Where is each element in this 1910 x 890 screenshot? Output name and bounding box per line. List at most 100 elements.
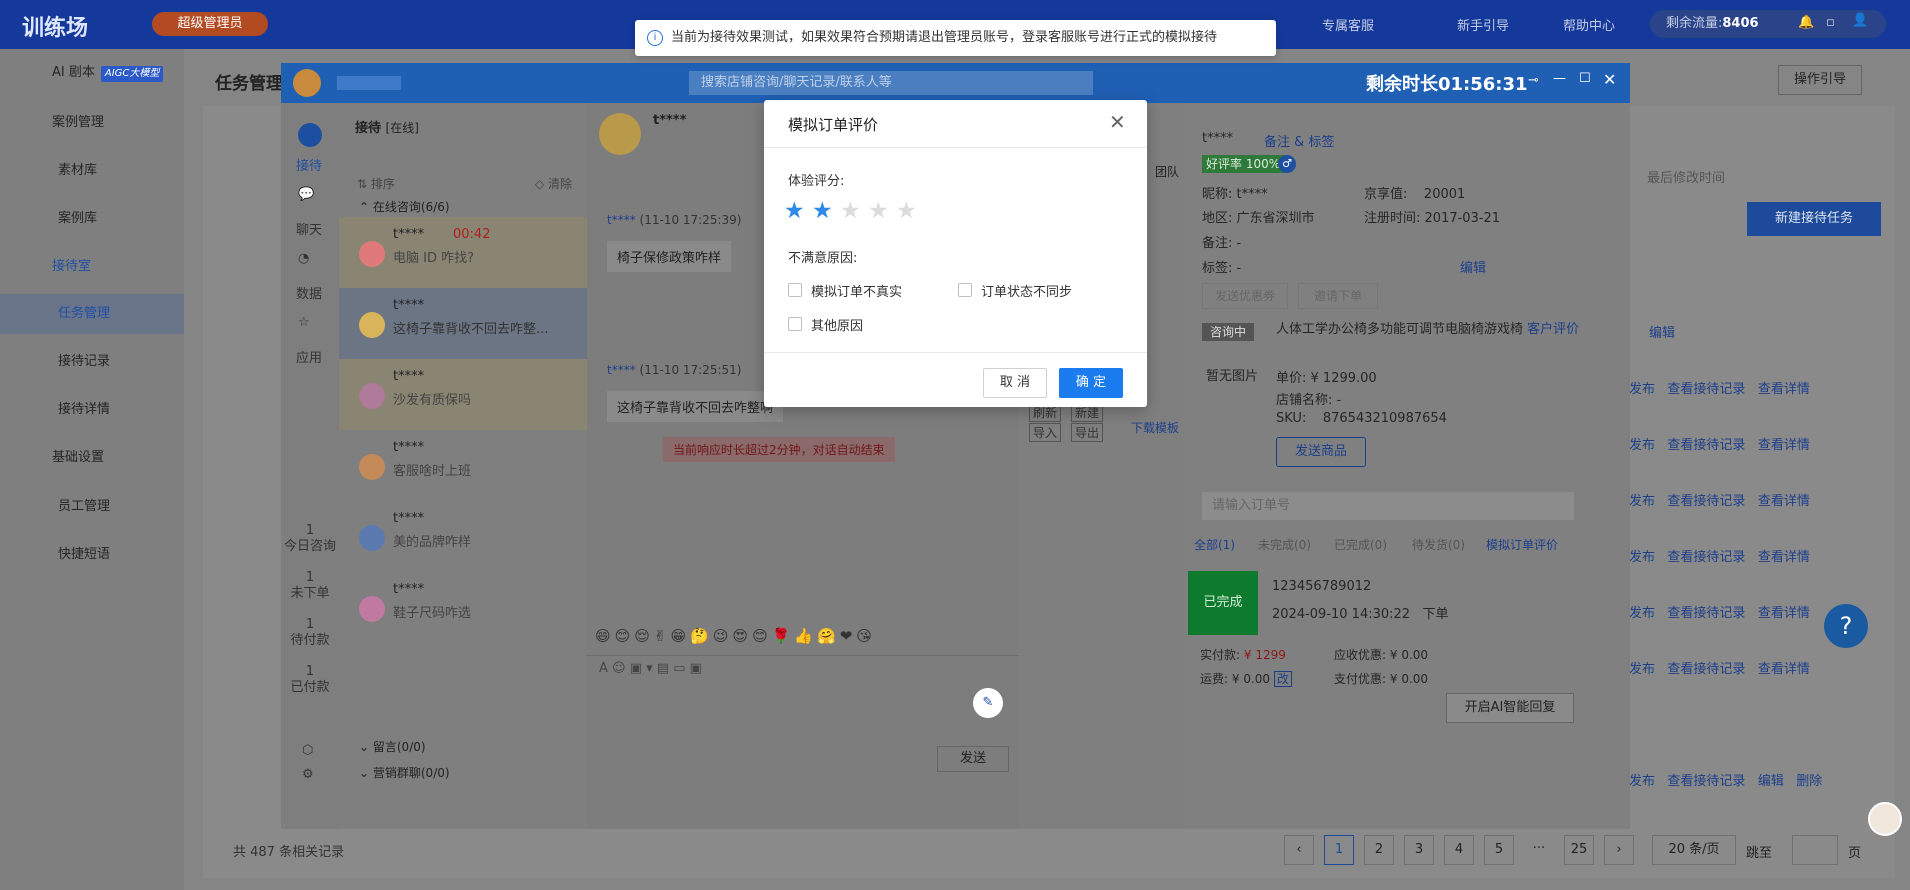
- nav-reception-room[interactable]: 接待室: [0, 247, 184, 287]
- cancel-button[interactable]: 取 消: [983, 368, 1047, 398]
- nav-case-lib[interactable]: 案例库: [0, 199, 184, 239]
- download-template-link[interactable]: 下载模板: [1131, 419, 1179, 436]
- page-4[interactable]: 4: [1444, 835, 1474, 865]
- settings-icon[interactable]: ⚙: [302, 767, 314, 782]
- publish-link[interactable]: 发布: [1629, 382, 1655, 397]
- online-group[interactable]: ⌃ 在线咨询(6/6): [359, 198, 450, 215]
- order-tab-all[interactable]: 全部(1): [1194, 536, 1235, 553]
- emoji-bar[interactable]: 😄😊😌✌😁🤔😉😍😊🌹👍🤗❤😘: [595, 627, 876, 645]
- nav-quick-phrases[interactable]: 快捷短语: [0, 535, 184, 575]
- ai-reply-button[interactable]: 开启AI智能回复: [1446, 693, 1574, 723]
- close-icon[interactable]: ✕: [1603, 70, 1616, 89]
- view-details-link[interactable]: 查看详情: [1758, 494, 1810, 509]
- marketing-group[interactable]: ⌄ 营销群聊(0/0): [359, 764, 450, 781]
- online-status[interactable]: [在线]: [386, 121, 419, 135]
- cube-icon[interactable]: ⬡: [302, 743, 313, 758]
- star-3-icon[interactable]: ★: [840, 200, 861, 223]
- leave-msg-group[interactable]: ⌄ 留言(0/0): [359, 738, 426, 755]
- star-2-icon[interactable]: ★: [812, 200, 833, 223]
- reception-icon[interactable]: [298, 123, 322, 147]
- bell-icon[interactable]: 🔔: [1798, 15, 1814, 30]
- magic-wand-icon[interactable]: ✎: [973, 688, 1003, 718]
- page-size-select[interactable]: 20 条/页: [1652, 835, 1736, 865]
- lock-icon[interactable]: ▫: [1826, 15, 1835, 30]
- format-toolbar[interactable]: A ☺ ▣ ▾ ▤ ▭ ▣: [599, 661, 702, 676]
- order-tab-pending-ship[interactable]: 待发货(0): [1412, 536, 1465, 553]
- view-records-link[interactable]: 查看接待记录: [1667, 550, 1745, 565]
- publish-link[interactable]: 发布: [1629, 494, 1655, 509]
- order-tab-mock-review[interactable]: 模拟订单评价: [1486, 536, 1558, 553]
- chat-search-input[interactable]: 搜索店铺咨询/聊天记录/联系人等: [689, 71, 1093, 95]
- novice-guide-link[interactable]: 新手引导: [1457, 15, 1509, 34]
- jump-input[interactable]: [1792, 835, 1838, 865]
- send-button[interactable]: 发送: [937, 746, 1009, 772]
- view-records-link[interactable]: 查看接待记录: [1667, 606, 1745, 621]
- order-search-input[interactable]: 请输入订单号: [1202, 492, 1574, 520]
- nav-staff-mgmt[interactable]: 员工管理: [0, 487, 184, 527]
- sort-button[interactable]: ⇅ 排序: [357, 175, 395, 192]
- reason-checkbox-fake-order[interactable]: [788, 283, 802, 297]
- nav-reception-records[interactable]: 接待记录: [0, 342, 184, 382]
- help-center-link[interactable]: 帮助中心: [1563, 15, 1615, 34]
- star-4-icon[interactable]: ★: [868, 200, 889, 223]
- conversation-item[interactable]: t**** 美的品牌咋样: [339, 501, 587, 572]
- next-page-button[interactable]: ›: [1604, 835, 1634, 865]
- nav-basic-settings[interactable]: 基础设置: [0, 438, 184, 478]
- view-records-link[interactable]: 查看接待记录: [1667, 774, 1745, 789]
- app-logo[interactable]: 训练场: [22, 10, 88, 42]
- edit-link[interactable]: 编辑: [1758, 774, 1784, 789]
- nav-ai-script[interactable]: AI 剧本 AIGC大模型: [0, 53, 184, 93]
- view-records-link[interactable]: 查看接待记录: [1667, 438, 1745, 453]
- star-5-icon[interactable]: ★: [896, 200, 917, 223]
- conversation-item[interactable]: t**** 这椅子靠背收不回去咋整...: [339, 288, 587, 359]
- delete-link[interactable]: 删除: [1796, 774, 1822, 789]
- view-records-link[interactable]: 查看接待记录: [1667, 662, 1745, 677]
- nav-reception-details[interactable]: 接待详情: [0, 390, 184, 430]
- confirm-button[interactable]: 确 定: [1059, 368, 1123, 398]
- view-details-link[interactable]: 查看详情: [1758, 606, 1810, 621]
- page-2[interactable]: 2: [1364, 835, 1394, 865]
- page-1[interactable]: 1: [1324, 835, 1354, 865]
- publish-link[interactable]: 发布: [1629, 606, 1655, 621]
- star-1-icon[interactable]: ★: [784, 200, 805, 223]
- help-float-button[interactable]: ?: [1824, 604, 1868, 648]
- op-guide-button[interactable]: 操作引导: [1778, 65, 1862, 95]
- publish-link[interactable]: 发布: [1629, 662, 1655, 677]
- send-coupon-button[interactable]: 发送优惠券: [1202, 283, 1288, 309]
- edit-link[interactable]: 编辑: [1460, 257, 1486, 276]
- apps-icon[interactable]: ☆: [298, 315, 310, 330]
- exclusive-support-link[interactable]: 专属客服: [1322, 15, 1374, 34]
- clear-button[interactable]: ◇ 清除: [535, 175, 572, 192]
- import-button[interactable]: 导入: [1029, 423, 1062, 442]
- chat-label[interactable]: 聊天: [296, 219, 322, 238]
- apps-label[interactable]: 应用: [296, 347, 322, 366]
- minimize-icon[interactable]: —: [1553, 71, 1566, 86]
- view-details-link[interactable]: 查看详情: [1758, 662, 1810, 677]
- order-tab-unfinished[interactable]: 未完成(0): [1258, 536, 1311, 553]
- note-tag-link[interactable]: 备注 & 标签: [1264, 131, 1334, 150]
- nav-task-mgmt[interactable]: 任务管理: [0, 294, 184, 334]
- invite-order-button[interactable]: 邀请下单: [1298, 283, 1378, 309]
- reason-checkbox-status-sync[interactable]: [958, 283, 972, 297]
- data-icon[interactable]: ◔: [298, 251, 309, 266]
- reception-label[interactable]: 接待: [296, 155, 322, 174]
- page-25[interactable]: 25: [1564, 835, 1594, 865]
- user-icon[interactable]: 👤: [1852, 13, 1868, 28]
- view-details-link[interactable]: 查看详情: [1758, 438, 1810, 453]
- nav-material-lib[interactable]: 素材库: [0, 151, 184, 191]
- view-records-link[interactable]: 查看接待记录: [1667, 382, 1745, 397]
- publish-link[interactable]: 发布: [1629, 774, 1655, 789]
- page-5[interactable]: 5: [1484, 835, 1514, 865]
- new-task-button[interactable]: 新建接待任务: [1747, 202, 1881, 236]
- freight-edit-button[interactable]: 改: [1273, 671, 1292, 687]
- conversation-item[interactable]: t**** 沙发有质保吗: [339, 359, 587, 430]
- view-records-link[interactable]: 查看接待记录: [1667, 494, 1745, 509]
- nav-case-mgmt[interactable]: 案例管理: [0, 103, 184, 143]
- pin-icon[interactable]: ⊸: [1528, 73, 1539, 88]
- publish-link[interactable]: 发布: [1629, 438, 1655, 453]
- last-modified-filter[interactable]: 最后修改时间: [1647, 167, 1725, 186]
- page-3[interactable]: 3: [1404, 835, 1434, 865]
- customer-review-link[interactable]: 客户评价: [1527, 322, 1579, 337]
- agent-avatar[interactable]: [293, 69, 321, 97]
- conversation-item[interactable]: t**** 客服啥时上班: [339, 430, 587, 501]
